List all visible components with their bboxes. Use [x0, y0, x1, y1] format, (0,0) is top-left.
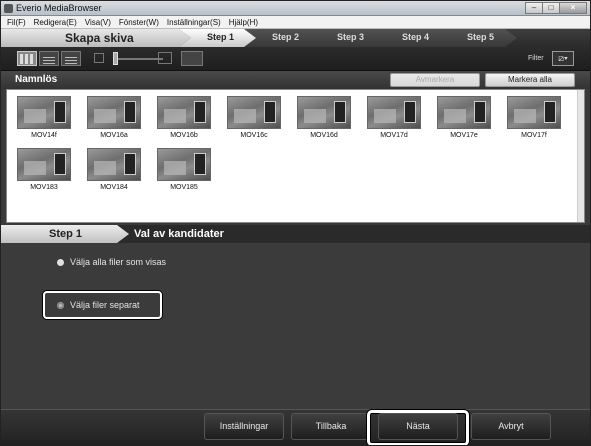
- menu-bar: Fil(F) Redigera(E) Visa(V) Fönster(W) In…: [1, 16, 590, 29]
- thumbnail-item[interactable]: MOV184: [85, 146, 143, 198]
- detail-view-button[interactable]: [61, 51, 81, 66]
- filter-icon: ⧄▾: [558, 53, 568, 63]
- video-thumbnail: [87, 96, 141, 129]
- vertical-scrollbar[interactable]: [577, 90, 584, 222]
- current-step-label: Step 1: [49, 228, 83, 240]
- grid-view-button[interactable]: [17, 51, 37, 66]
- thumbnail-grid: MOV14f MOV16a MOV16b MOV16c MOV16d MOV17…: [6, 89, 585, 223]
- thumbnail-label: MOV184: [100, 184, 128, 191]
- thumbnail-size-slider[interactable]: [113, 58, 163, 60]
- video-thumbnail: [17, 96, 71, 129]
- video-thumbnail: [227, 96, 281, 129]
- wizard-title: Skapa skiva: [1, 29, 191, 47]
- menu-view[interactable]: Visa(V): [85, 16, 111, 28]
- deselect-button[interactable]: Avmarkera: [390, 73, 480, 87]
- list-view-button[interactable]: [39, 51, 59, 66]
- album-name: Namnlös: [15, 74, 58, 85]
- radio-all-files[interactable]: [57, 258, 64, 266]
- zoom-out-icon[interactable]: [94, 53, 104, 63]
- thumbnail-label: MOV185: [170, 184, 198, 191]
- video-thumbnail: [17, 148, 71, 181]
- thumbnail-item[interactable]: MOV17e: [435, 94, 493, 146]
- window-controls: – □ ×: [525, 2, 587, 14]
- radio-separate-files[interactable]: [57, 301, 64, 309]
- bottom-bar: Inställningar Tillbaka Nästa Avbryt: [1, 409, 590, 445]
- step-4-label: Step 4: [402, 32, 430, 42]
- filter-label: Filter: [528, 55, 544, 62]
- option-all-files[interactable]: Välja alla filer som visas: [57, 255, 166, 269]
- list-view-icon: [43, 55, 55, 64]
- step-header: Step 1 Val av kandidater: [1, 225, 590, 243]
- slider-handle[interactable]: [113, 52, 118, 65]
- thumbnail-label: MOV14f: [31, 132, 57, 139]
- thumbnail-item[interactable]: MOV14f: [15, 94, 73, 146]
- album-header: Namnlös Avmarkera Markera alla: [1, 71, 590, 89]
- detail-view-icon: [65, 55, 77, 64]
- app-window: Everio MediaBrowser – □ × Fil(F) Rediger…: [0, 0, 591, 446]
- close-button[interactable]: ×: [559, 2, 587, 14]
- filter-button[interactable]: ⧄▾: [552, 51, 574, 66]
- thumbnail-item[interactable]: MOV16c: [225, 94, 283, 146]
- back-button[interactable]: Tillbaka: [291, 413, 371, 440]
- step-1-label: Step 1: [207, 32, 235, 42]
- option-all-files-label: Välja alla filer som visas: [70, 257, 167, 267]
- grid-view-icon: [20, 54, 34, 64]
- select-all-button[interactable]: Markera alla: [485, 73, 575, 87]
- video-thumbnail: [297, 96, 351, 129]
- image-preview-button[interactable]: [181, 51, 203, 66]
- option-separate-files[interactable]: Välja filer separat: [57, 298, 140, 312]
- video-thumbnail: [87, 148, 141, 181]
- thumbnail-label: MOV16a: [100, 132, 128, 139]
- thumbnail-label: MOV16b: [170, 132, 198, 139]
- thumbnail-label: MOV17d: [380, 132, 408, 139]
- toolbar: Filter ⧄▾: [1, 47, 590, 71]
- video-thumbnail: [157, 148, 211, 181]
- step-2-label: Step 2: [272, 32, 300, 42]
- thumbnail-label: MOV183: [30, 184, 58, 191]
- step-description: Val av kandidater: [134, 228, 224, 240]
- thumbnail-item[interactable]: MOV183: [15, 146, 73, 198]
- minimize-button[interactable]: –: [525, 2, 543, 14]
- thumbnail-item[interactable]: MOV16d: [295, 94, 353, 146]
- thumbnail-item[interactable]: MOV16b: [155, 94, 213, 146]
- current-step-tab: Step 1: [1, 225, 129, 243]
- thumbnail-item[interactable]: MOV17f: [505, 94, 563, 146]
- thumbnail-label: MOV16d: [310, 132, 338, 139]
- thumbnail-item[interactable]: MOV16a: [85, 94, 143, 146]
- menu-file[interactable]: Fil(F): [7, 16, 26, 28]
- video-thumbnail: [367, 96, 421, 129]
- settings-button[interactable]: Inställningar: [204, 413, 284, 440]
- option-separate-files-label: Välja filer separat: [70, 300, 140, 310]
- menu-window[interactable]: Fönster(W): [119, 16, 159, 28]
- wizard-title-label: Skapa skiva: [65, 31, 134, 45]
- thumbnail-label: MOV16c: [240, 132, 268, 139]
- video-thumbnail: [157, 96, 211, 129]
- title-bar: Everio MediaBrowser – □ ×: [1, 1, 590, 16]
- step-bar: Skapa skiva Step 1 Step 2 Step 3 Step 4 …: [1, 29, 590, 47]
- menu-help[interactable]: Hjälp(H): [229, 16, 258, 28]
- thumbnail-label: MOV17e: [450, 132, 478, 139]
- maximize-button[interactable]: □: [542, 2, 560, 14]
- video-thumbnail: [507, 96, 561, 129]
- next-button[interactable]: Nästa: [378, 413, 458, 440]
- step-3-label: Step 3: [337, 32, 365, 42]
- menu-settings[interactable]: Inställningar(S): [167, 16, 221, 28]
- zoom-in-icon[interactable]: [158, 52, 172, 64]
- menu-edit[interactable]: Redigera(E): [34, 16, 77, 28]
- app-icon: [4, 4, 13, 13]
- cancel-button[interactable]: Avbryt: [471, 413, 551, 440]
- thumbnail-item[interactable]: MOV17d: [365, 94, 423, 146]
- step-content: Välja alla filer som visas Välja filer s…: [1, 243, 590, 409]
- thumbnail-label: MOV17f: [521, 132, 547, 139]
- step-5-label: Step 5: [467, 32, 495, 42]
- video-thumbnail: [437, 96, 491, 129]
- window-title: Everio MediaBrowser: [16, 3, 102, 13]
- thumbnail-item[interactable]: MOV185: [155, 146, 213, 198]
